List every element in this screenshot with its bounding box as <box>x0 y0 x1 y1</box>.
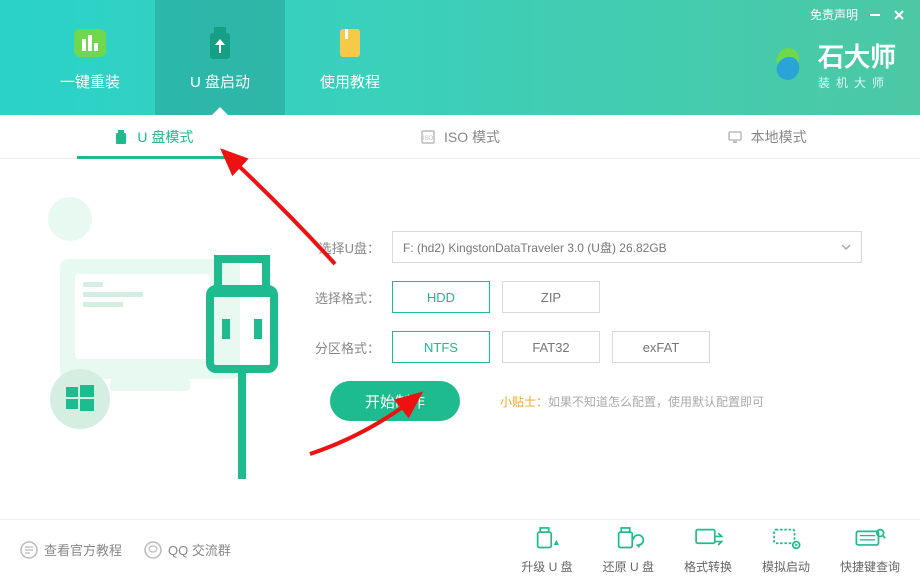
partition-option-exfat[interactable]: exFAT <box>612 331 710 363</box>
chevron-down-icon <box>841 242 851 252</box>
footer: 查看官方教程 QQ 交流群 升级 U 盘 还原 U 盘 格式转换 模拟启动 快捷… <box>0 519 920 579</box>
brand-subtitle: 装机大师 <box>818 74 896 91</box>
svg-text:ISO: ISO <box>423 136 434 142</box>
chat-icon <box>144 541 162 559</box>
partition-label: 分区格式： <box>310 338 380 357</box>
footer-link-tutorial[interactable]: 查看官方教程 <box>20 540 122 559</box>
tab-label: U 盘模式 <box>137 127 193 147</box>
close-icon[interactable] <box>892 8 906 22</box>
iso-icon: ISO <box>420 129 436 145</box>
footer-link-qq[interactable]: QQ 交流群 <box>144 540 231 559</box>
header-tab-label: 使用教程 <box>320 71 380 92</box>
brand-title: 石大师 <box>818 37 896 74</box>
select-u-label: 选择U盘： <box>310 238 380 257</box>
footer-util-simulate[interactable]: 模拟启动 <box>762 524 810 575</box>
disclaimer-link[interactable]: 免责声明 <box>810 6 858 23</box>
convert-icon <box>691 524 725 554</box>
footer-util-convert[interactable]: 格式转换 <box>684 524 732 575</box>
header-tabs: 一键重装 U 盘启动 使用教程 <box>0 0 415 115</box>
brand-logo: 石大师 装机大师 <box>768 37 896 91</box>
book-open-icon <box>20 541 38 559</box>
app-header: 一键重装 U 盘启动 使用教程 免责声明 石 <box>0 0 920 115</box>
main-panel: 选择U盘： F: (hd2) KingstonDataTraveler 3.0 … <box>0 159 920 519</box>
format-option-hdd[interactable]: HDD <box>392 281 490 313</box>
header-tab-usb-boot[interactable]: U 盘启动 <box>155 0 285 115</box>
header-tab-tutorial[interactable]: 使用教程 <box>285 0 415 115</box>
usb-icon <box>113 129 129 145</box>
monitor-play-icon <box>769 524 803 554</box>
select-format-label: 选择格式： <box>310 288 380 307</box>
select-u-value: F: (hd2) KingstonDataTraveler 3.0 (U盘) 2… <box>403 239 667 256</box>
format-option-zip[interactable]: ZIP <box>502 281 600 313</box>
footer-util-restore[interactable]: 还原 U 盘 <box>603 524 654 575</box>
config-form: 选择U盘： F: (hd2) KingstonDataTraveler 3.0 … <box>310 231 862 421</box>
tab-label: 本地模式 <box>751 127 807 147</box>
select-u-dropdown[interactable]: F: (hd2) KingstonDataTraveler 3.0 (U盘) 2… <box>392 231 862 263</box>
stats-icon <box>70 23 110 63</box>
monitor-icon <box>727 129 743 145</box>
header-right: 免责声明 石大师 装机大师 <box>768 0 920 115</box>
minimize-icon[interactable] <box>868 8 882 22</box>
header-tab-label: U 盘启动 <box>190 71 250 92</box>
header-tab-reinstall[interactable]: 一键重装 <box>25 0 155 115</box>
header-tab-label: 一键重装 <box>60 71 120 92</box>
usb-shield-icon <box>200 23 240 63</box>
book-icon <box>330 23 370 63</box>
tab-usb-mode[interactable]: U 盘模式 <box>0 115 307 158</box>
usb-restore-icon <box>611 524 645 554</box>
usb-up-icon <box>530 524 564 554</box>
tip-label: 小贴士： <box>500 395 548 409</box>
tab-label: ISO 模式 <box>444 127 500 147</box>
partition-option-ntfs[interactable]: NTFS <box>392 331 490 363</box>
mode-tabs: U 盘模式 ISO ISO 模式 本地模式 <box>0 115 920 159</box>
keyboard-search-icon <box>853 524 887 554</box>
active-marker-icon <box>212 107 228 115</box>
brand-logo-icon <box>768 44 808 84</box>
tab-iso-mode[interactable]: ISO ISO 模式 <box>307 115 614 158</box>
footer-util-upgrade[interactable]: 升级 U 盘 <box>521 524 572 575</box>
usb-illustration <box>20 189 300 489</box>
footer-util-hotkey[interactable]: 快捷键查询 <box>840 524 900 575</box>
tab-local-mode[interactable]: 本地模式 <box>613 115 920 158</box>
tip-text: 小贴士：如果不知道怎么配置，使用默认配置即可 <box>500 393 764 410</box>
start-button[interactable]: 开始制作 <box>330 381 460 421</box>
partition-option-fat32[interactable]: FAT32 <box>502 331 600 363</box>
